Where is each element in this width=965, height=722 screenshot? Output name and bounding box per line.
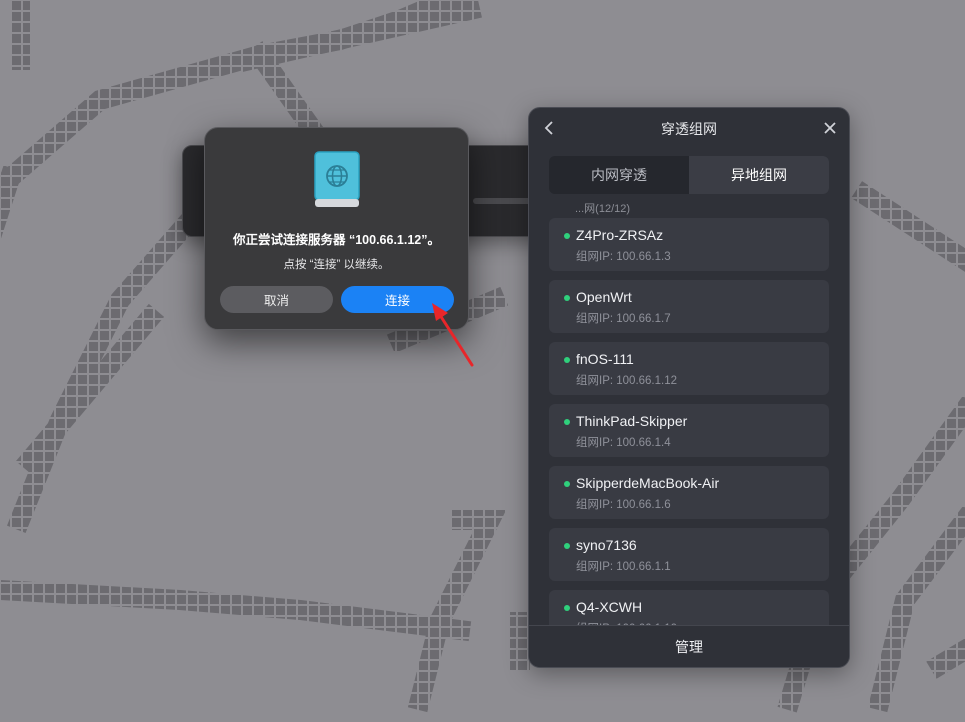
panel-title: 穿透组网 [661,121,717,137]
manage-button[interactable]: 管理 [529,625,849,667]
device-ip: 组网IP: 100.66.1.1 [576,561,671,573]
device-item[interactable]: syno7136 组网IP: 100.66.1.1 [549,528,829,581]
device-ip: 组网IP: 100.66.1.3 [576,251,671,263]
device-name: Z4Pro-ZRSAz [576,227,664,243]
device-ip: 组网IP: 100.66.1.6 [576,499,671,511]
cancel-button[interactable]: 取消 [220,286,333,313]
online-status-dot [564,357,570,363]
online-status-dot [564,295,570,301]
device-item[interactable]: OpenWrt 组网IP: 100.66.1.7 [549,280,829,333]
device-name: OpenWrt [576,289,632,305]
device-ip: 组网IP: 100.66.1.7 [576,313,671,325]
device-name: Q4-XCWH [576,599,643,615]
device-name: ThinkPad-Skipper [576,413,688,429]
network-drive-icon [314,151,360,207]
tab-intranet-penetration[interactable]: 内网穿透 [549,156,689,194]
panel-tabs: 内网穿透 异地组网 [549,156,829,194]
device-item[interactable]: Z4Pro-ZRSAz 组网IP: 100.66.1.3 [549,218,829,271]
device-ip: 组网IP: 100.66.1.4 [576,437,671,449]
panel-header: 穿透组网 [529,108,849,148]
online-status-dot [564,543,570,549]
device-name: syno7136 [576,537,637,553]
device-ip: 组网IP: 100.66.1.12 [576,375,678,387]
online-status-dot [564,233,570,239]
device-name: fnOS-111 [576,351,634,367]
online-status-dot [564,419,570,425]
online-status-dot [564,605,570,611]
device-list[interactable]: ...网(12/12) Z4Pro-ZRSAz 组网IP: 100.66.1.3 O… [529,198,849,625]
online-status-dot [564,481,570,487]
device-name: SkipperdeMacBook-Air [576,475,720,491]
device-item[interactable]: SkipperdeMacBook-Air 组网IP: 100.66.1.6 [549,466,829,519]
tab-remote-networking[interactable]: 异地组网 [689,156,829,194]
dialog-sub-message: 点按 “连接” 以继续。 [283,259,390,271]
device-item[interactable]: fnOS-111 组网IP: 100.66.1.12 [549,342,829,395]
red-arrow-icon [432,303,474,367]
close-icon[interactable] [821,119,839,137]
network-panel: 穿透组网 内网穿透 异地组网 ...网(12/12) Z4Pro-ZRSAz 组网… [528,107,850,668]
device-item[interactable]: Q4-XCWH组网IP: 100.66.1.10 [549,590,829,625]
device-count-heading: ...网(12/12) [575,203,631,215]
device-item[interactable]: ThinkPad-Skipper 组网IP: 100.66.1.4 [549,404,829,457]
dialog-message: 你正尝试连接服务器 “100.66.1.12”。 [232,233,440,247]
